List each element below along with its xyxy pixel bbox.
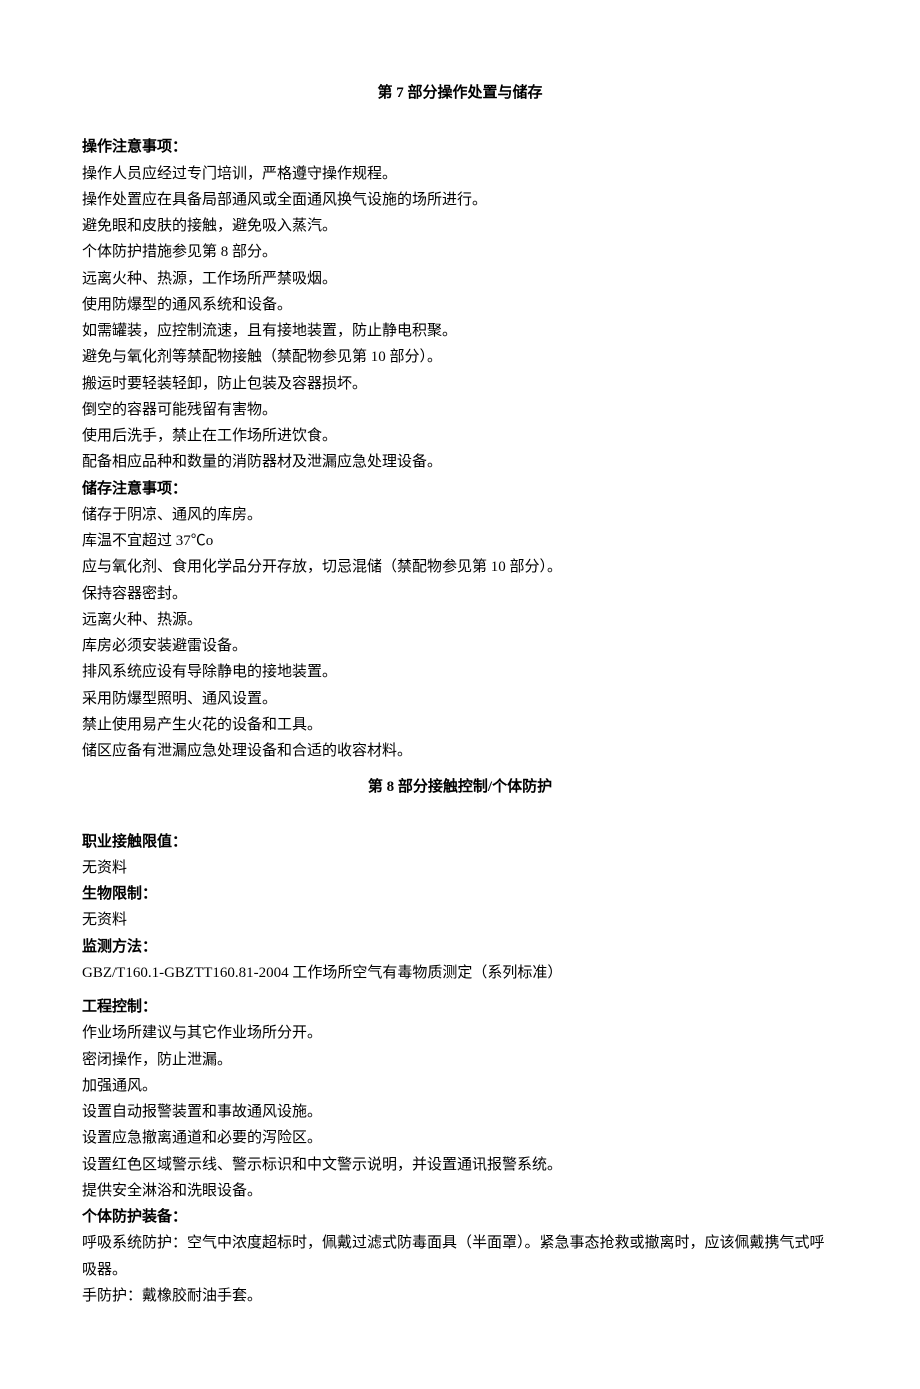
engineering-line: 设置应急撤离通道和必要的泻险区。 xyxy=(82,1125,838,1151)
engineering-control-label: 工程控制： xyxy=(82,994,838,1020)
monitoring-method-label: 监测方法： xyxy=(82,934,838,960)
engineering-line: 作业场所建议与其它作业场所分开。 xyxy=(82,1020,838,1046)
storage-line: 远离火种、热源。 xyxy=(82,607,838,633)
bio-limit-value: 无资料 xyxy=(82,907,838,933)
storage-line: 应与氧化剂、食用化学品分开存放，切忌混储（禁配物参见第 10 部分）。 xyxy=(82,554,838,580)
section-7-title: 第 7 部分操作处置与储存 xyxy=(82,80,838,106)
bio-limit-label: 生物限制： xyxy=(82,881,838,907)
handling-line: 使用防爆型的通风系统和设备。 xyxy=(82,292,838,318)
engineering-line: 设置红色区域警示线、警示标识和中文警示说明，并设置通讯报警系统。 xyxy=(82,1152,838,1178)
engineering-line: 提供安全淋浴和洗眼设备。 xyxy=(82,1178,838,1204)
exposure-limit-value: 无资料 xyxy=(82,855,838,881)
storage-line: 排风系统应设有导除静电的接地装置。 xyxy=(82,659,838,685)
storage-line: 储存于阴凉、通风的库房。 xyxy=(82,502,838,528)
monitoring-method-value: GBZ/T160.1-GBZTT160.81-2004 工作场所空气有毒物质测定… xyxy=(82,960,838,986)
ppe-label: 个体防护装备： xyxy=(82,1204,838,1230)
section-8-title: 第 8 部分接触控制/个体防护 xyxy=(82,774,838,800)
storage-line: 储区应备有泄漏应急处理设备和合适的收容材料。 xyxy=(82,738,838,764)
handling-line: 搬运时要轻装轻卸，防止包装及容器损坏。 xyxy=(82,371,838,397)
storage-line: 采用防爆型照明、通风设置。 xyxy=(82,686,838,712)
handling-line: 避免眼和皮肤的接触，避免吸入蒸汽。 xyxy=(82,213,838,239)
engineering-line: 密闭操作，防止泄漏。 xyxy=(82,1047,838,1073)
engineering-line: 设置自动报警装置和事故通风设施。 xyxy=(82,1099,838,1125)
exposure-limit-label: 职业接触限值： xyxy=(82,829,838,855)
handling-line: 如需罐装，应控制流速，且有接地装置，防止静电积聚。 xyxy=(82,318,838,344)
storage-line: 库房必须安装避雷设备。 xyxy=(82,633,838,659)
handling-precautions-label: 操作注意事项： xyxy=(82,134,838,160)
storage-precautions-label: 储存注意事项： xyxy=(82,476,838,502)
handling-line: 配备相应品种和数量的消防器材及泄漏应急处理设备。 xyxy=(82,449,838,475)
ppe-line: 手防护：戴橡胶耐油手套。 xyxy=(82,1283,838,1309)
engineering-line: 加强通风。 xyxy=(82,1073,838,1099)
handling-line: 倒空的容器可能残留有害物。 xyxy=(82,397,838,423)
ppe-line: 呼吸系统防护：空气中浓度超标时，佩戴过滤式防毒面具（半面罩）。紧急事态抢救或撤离… xyxy=(82,1230,838,1283)
storage-line: 保持容器密封。 xyxy=(82,581,838,607)
storage-line: 库温不宜超过 37℃o xyxy=(82,528,838,554)
handling-line: 操作人员应经过专门培训，严格遵守操作规程。 xyxy=(82,161,838,187)
storage-line: 禁止使用易产生火花的设备和工具。 xyxy=(82,712,838,738)
handling-line: 个体防护措施参见第 8 部分。 xyxy=(82,239,838,265)
handling-line: 远离火种、热源，工作场所严禁吸烟。 xyxy=(82,266,838,292)
handling-line: 操作处置应在具备局部通风或全面通风换气设施的场所进行。 xyxy=(82,187,838,213)
handling-line: 使用后洗手，禁止在工作场所进饮食。 xyxy=(82,423,838,449)
handling-line: 避免与氧化剂等禁配物接触（禁配物参见第 10 部分）。 xyxy=(82,344,838,370)
